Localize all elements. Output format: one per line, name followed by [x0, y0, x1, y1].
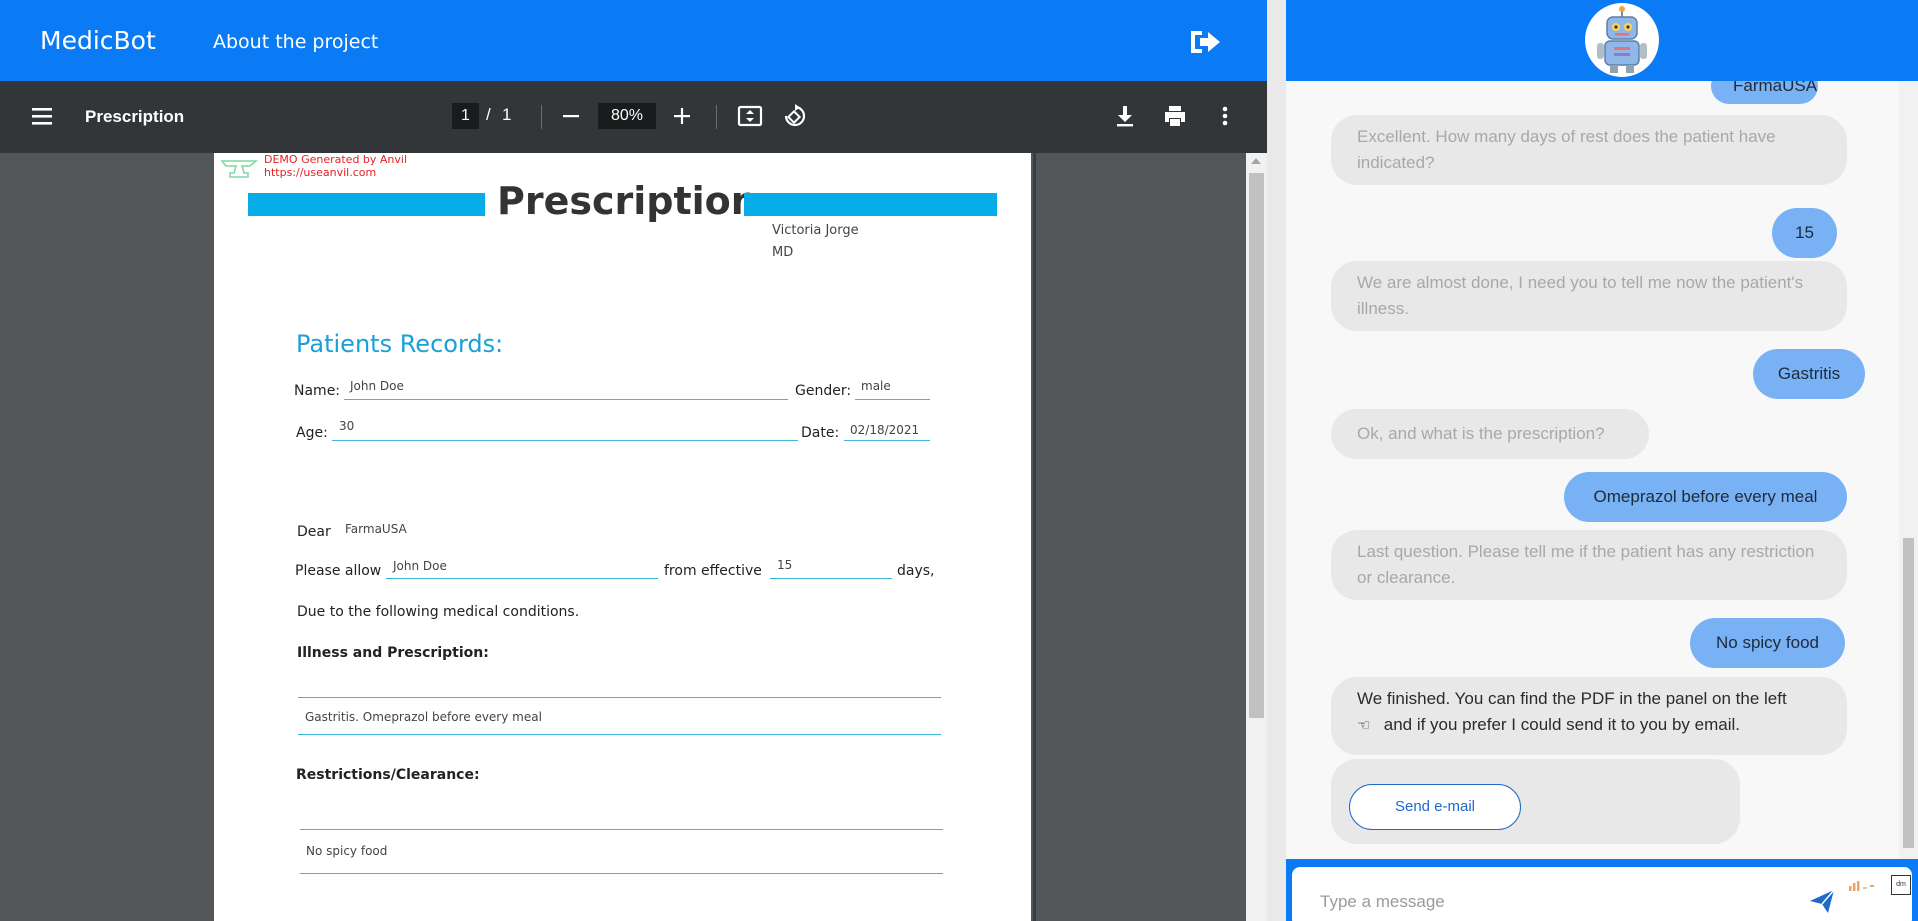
effective-value: 15 [777, 558, 793, 572]
more-options-icon[interactable] [1214, 103, 1236, 129]
illness-heading: Illness and Prescription: [297, 645, 489, 661]
effective-underline [770, 578, 892, 579]
demo-watermark-text: DEMO Generated by Anvil [264, 153, 408, 166]
restrictions-underline-bottom [300, 873, 943, 874]
doctor-name: Victoria Jorge [772, 223, 859, 238]
name-label: Name: [294, 383, 341, 399]
age-value: 30 [339, 419, 355, 433]
document-title: Prescription [497, 179, 758, 223]
doctor-degree: MD [772, 245, 794, 260]
bot-message-text: We finished. You can find the PDF in the… [1357, 689, 1787, 708]
page-total: 1 [502, 105, 512, 124]
signal-bars-icon [1849, 881, 1874, 891]
chat-scrollbar-thumb[interactable] [1903, 538, 1914, 848]
gender-value: male [861, 379, 891, 393]
send-icon[interactable] [1808, 887, 1836, 915]
gender-label: Gender: [795, 383, 852, 399]
about-project-link[interactable]: About the project [213, 31, 378, 53]
bot-message-final: We finished. You can find the PDF in the… [1331, 677, 1847, 755]
page-separator: / [486, 105, 491, 124]
date-underline [844, 440, 930, 441]
hamburger-menu-icon[interactable] [30, 105, 54, 127]
illness-value: Gastritis. Omeprazol before every meal [305, 710, 542, 724]
zoom-in-icon[interactable] [670, 104, 694, 128]
user-message: FarmaUSA [1711, 81, 1818, 104]
allow-underline [386, 578, 658, 579]
illness-underline-bottom [298, 734, 941, 735]
main-panel: MedicBot About the project Prescription … [0, 0, 1267, 921]
title-accent-bar-right [744, 193, 997, 216]
anvil-logo-icon [220, 160, 258, 178]
name-underline [344, 399, 788, 400]
chat-panel-edge [1267, 0, 1286, 921]
message-composer: dm [1292, 867, 1912, 921]
title-accent-bar-left [248, 193, 485, 216]
zoom-level-input[interactable]: 80% [598, 103, 656, 129]
chat-header [1286, 0, 1918, 81]
brand-link[interactable]: MedicBot [40, 26, 156, 55]
age-label: Age: [296, 425, 328, 441]
chat-panel: FarmaUSA Excellent. How many days of res… [1267, 0, 1918, 921]
pdf-toolbar: Prescription 1 / 1 80% [0, 81, 1267, 153]
pdf-scrollbar-thumb[interactable] [1249, 173, 1264, 718]
restrictions-heading: Restrictions/Clearance: [296, 767, 480, 783]
print-icon[interactable] [1162, 103, 1188, 129]
name-value: John Doe [350, 379, 404, 393]
pdf-scrollbar[interactable] [1246, 153, 1267, 921]
dear-label: Dear [297, 524, 331, 540]
bot-message-text-2: and if you prefer I could send it to you… [1383, 715, 1740, 734]
bot-message: Excellent. How many days of rest does th… [1331, 115, 1847, 185]
pdf-title: Prescription [85, 107, 185, 126]
user-message: Omeprazol before every meal [1564, 472, 1847, 522]
message-list: FarmaUSA Excellent. How many days of res… [1286, 81, 1918, 859]
allow-value: John Doe [393, 559, 447, 573]
message-input[interactable] [1320, 889, 1790, 915]
fit-page-icon[interactable] [737, 104, 763, 128]
logout-icon[interactable] [1188, 27, 1222, 57]
toolbar-divider [716, 105, 717, 129]
pdf-page: DEMO Generated by Anvil https://useanvil… [214, 153, 1031, 921]
user-message: 15 [1772, 208, 1837, 258]
demo-watermark-url: https://useanvil.com [264, 166, 377, 179]
page-number-input[interactable]: 1 [452, 103, 479, 129]
widget-badge-icon: dm [1891, 875, 1911, 895]
date-value: 02/18/2021 [850, 423, 920, 437]
illness-underline-top [298, 697, 941, 698]
page-edge [1033, 153, 1036, 921]
user-message: Gastritis [1753, 349, 1865, 399]
effective-label: from effective [664, 563, 762, 579]
zoom-out-icon[interactable] [560, 104, 582, 128]
bot-message: We are almost done, I need you to tell m… [1331, 261, 1847, 331]
records-heading: Patients Records: [296, 330, 504, 358]
download-icon[interactable] [1112, 103, 1138, 129]
robot-avatar-icon [1585, 3, 1659, 77]
conditions-text: Due to the following medical conditions. [297, 604, 580, 620]
allow-label: Please allow [295, 563, 382, 579]
bot-message: Last question. Please tell me if the pat… [1331, 530, 1847, 600]
bot-message: Ok, and what is the prescription? [1331, 409, 1649, 459]
scroll-up-arrow-icon[interactable] [1251, 158, 1261, 164]
toolbar-divider [541, 105, 542, 129]
dear-value: FarmaUSA [345, 522, 407, 536]
gender-underline [855, 399, 930, 400]
top-navbar: MedicBot About the project [0, 0, 1267, 81]
restrictions-value: No spicy food [306, 844, 388, 858]
user-message: No spicy food [1690, 618, 1845, 668]
pointing-left-hand-icon: ☜ [1357, 717, 1371, 734]
age-underline [332, 440, 798, 441]
days-label: days, [897, 563, 935, 579]
rotate-icon[interactable] [781, 103, 807, 129]
restrictions-underline-top [300, 829, 943, 830]
chat-scrollbar[interactable] [1899, 81, 1918, 859]
composer-frame: dm [1286, 859, 1918, 921]
send-email-button[interactable]: Send e-mail [1349, 784, 1521, 830]
date-label: Date: [801, 425, 840, 441]
